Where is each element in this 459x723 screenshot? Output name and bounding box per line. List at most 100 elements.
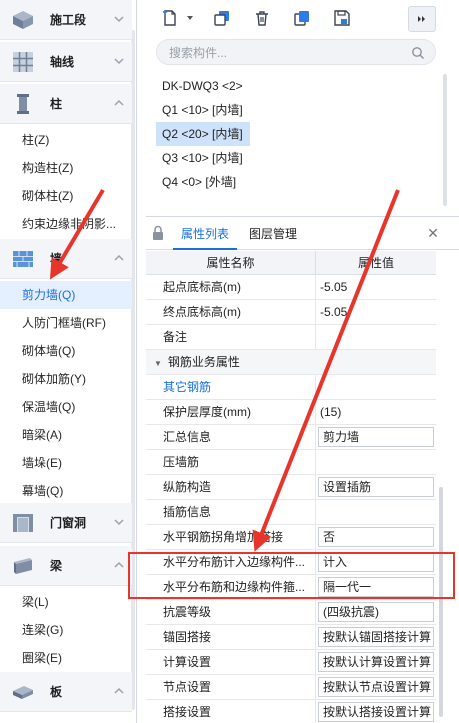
property-value[interactable]: 按默认节点设置计算 <box>318 677 434 697</box>
property-value[interactable]: 按默认锚固搭接计算 <box>318 627 434 647</box>
table-row: 插筋信息 <box>146 500 436 525</box>
category-column[interactable]: 柱 <box>0 84 132 124</box>
property-name: 水平分布筋和边缘构件箍... <box>146 575 316 599</box>
search-input[interactable] <box>169 44 399 62</box>
save-button[interactable] <box>328 5 356 31</box>
property-value[interactable]: -5.05 <box>316 300 436 324</box>
property-name: 节点设置 <box>146 675 316 699</box>
category-wall[interactable]: 墙 <box>0 239 132 279</box>
property-panel: 属性列表 图层管理 ✕ 属性名称 属性值 起点底标高(m) -5.05 终点底标… <box>146 216 459 723</box>
chevron-down-icon[interactable] <box>113 55 125 67</box>
category-axis[interactable]: 轴线 <box>0 42 132 82</box>
property-group-label: ▼ 钢筋业务属性 <box>146 350 436 374</box>
search-icon[interactable] <box>411 46 425 60</box>
axis-grid-icon <box>13 52 33 72</box>
nav-item-masonry-reinforcement[interactable]: 砌体加筋(Y) <box>0 365 132 393</box>
property-value[interactable]: 隔一代一 <box>318 577 434 597</box>
category-label: 门窗洞 <box>50 516 87 530</box>
nav-item-boundary-non-shadow[interactable]: 约束边缘非阴影... <box>0 210 132 238</box>
property-value[interactable]: 否 <box>318 527 434 547</box>
table-row: 节点设置 按默认节点设置计算 <box>146 675 436 700</box>
category-label: 柱 <box>50 97 63 111</box>
table-row: 起点底标高(m) -5.05 <box>146 275 436 300</box>
table-row: 水平钢筋拐角增加搭接否 <box>146 525 436 550</box>
dropdown-arrow-icon <box>187 16 193 20</box>
nav-item-civil-defense-door-wall[interactable]: 人防门框墙(RF) <box>0 309 132 337</box>
property-value[interactable]: 按默认计算设置计算 <box>318 652 434 672</box>
property-value[interactable]: -5.05 <box>316 275 436 299</box>
chevron-up-icon[interactable] <box>113 97 125 109</box>
tab-layer-management[interactable]: 图层管理 <box>241 217 305 250</box>
chevron-down-icon[interactable] <box>113 516 125 528</box>
nav-item-insulation-wall[interactable]: 保温墙(Q) <box>0 393 132 421</box>
property-scrollbar[interactable] <box>439 487 443 717</box>
door-window-icon <box>13 514 33 532</box>
list-item-selected[interactable]: Q2 <20> [内墙] <box>156 122 250 146</box>
duplicate-layer-button[interactable] <box>288 5 316 31</box>
nav-item-hidden-beam[interactable]: 暗梁(A) <box>0 421 132 449</box>
save-icon <box>334 10 350 26</box>
nav-item-wall-pier[interactable]: 墙垛(E) <box>0 449 132 477</box>
chevron-up-icon[interactable] <box>113 559 125 571</box>
category-beam[interactable]: 梁 <box>0 546 132 586</box>
nav-item-column-z[interactable]: 柱(Z) <box>0 126 132 154</box>
component-list-scrollbar[interactable] <box>443 74 447 206</box>
table-row: 其它钢筋 <box>146 375 436 400</box>
table-row: 压墙筋 <box>146 450 436 475</box>
chevron-up-icon[interactable] <box>113 685 125 697</box>
property-value[interactable]: (四级抗震) <box>318 602 434 622</box>
property-value[interactable] <box>316 450 436 474</box>
column-header-name: 属性名称 <box>146 251 316 275</box>
table-row: 纵筋构造 设置插筋 <box>146 475 436 500</box>
property-value[interactable]: 设置插筋 <box>318 477 434 497</box>
group-title: 钢筋业务属性 <box>167 355 240 369</box>
property-value[interactable]: 按默认搭接设置计算 <box>318 702 434 722</box>
property-name: 汇总信息 <box>146 425 316 449</box>
table-row: 终点底标高(m) -5.05 <box>146 300 436 325</box>
nav-item-masonry-wall[interactable]: 砌体墙(Q) <box>0 337 132 365</box>
category-construction-section[interactable]: 施工段 <box>0 0 132 40</box>
nav-item-coupling-beam[interactable]: 连梁(G) <box>0 616 132 644</box>
tab-property-list[interactable]: 属性列表 <box>173 217 238 250</box>
property-name-link[interactable]: 其它钢筋 <box>146 375 316 399</box>
chevron-up-icon[interactable] <box>113 252 125 264</box>
list-item[interactable]: Q4 <0> [外墙] <box>156 170 436 194</box>
nav-item-masonry-column[interactable]: 砌体柱(Z) <box>0 182 132 210</box>
new-component-dropdown[interactable] <box>184 5 196 31</box>
category-slab[interactable]: 板 <box>0 672 132 712</box>
delete-button[interactable] <box>248 5 276 31</box>
list-item[interactable]: Q1 <10> [内墙] <box>156 98 436 122</box>
property-value[interactable] <box>316 500 436 524</box>
beam-icon <box>14 558 32 574</box>
nav-item-shear-wall[interactable]: 剪力墙(Q) <box>0 281 132 309</box>
property-name: 水平分布筋计入边缘构件... <box>146 550 316 574</box>
property-name: 计算设置 <box>146 650 316 674</box>
close-icon[interactable]: ✕ <box>426 226 440 240</box>
table-row: 计算设置 按默认计算设置计算 <box>146 650 436 675</box>
new-component-button[interactable] <box>156 5 184 31</box>
double-chevron-right-icon <box>418 16 425 22</box>
table-row: 备注 <box>146 325 436 350</box>
nav-item-ring-beam[interactable]: 圈梁(E) <box>0 644 132 672</box>
nav-item-curtain-wall[interactable]: 幕墙(Q) <box>0 477 132 505</box>
lock-icon[interactable] <box>152 225 164 241</box>
copy-button[interactable] <box>208 5 236 31</box>
list-item[interactable]: Q3 <10> [内墙] <box>156 146 436 170</box>
category-door-window[interactable]: 门窗洞 <box>0 503 132 543</box>
chevron-down-icon[interactable] <box>113 13 125 25</box>
table-row: 锚固搭接 按默认锚固搭接计算 <box>146 625 436 650</box>
property-value[interactable]: (15) <box>316 400 436 424</box>
property-name: 插筋信息 <box>146 500 316 524</box>
property-value[interactable] <box>316 375 436 399</box>
list-item[interactable]: DK-DWQ3 <2> <box>156 74 436 98</box>
table-row: 水平分布筋计入边缘构件... 计入 <box>146 550 436 575</box>
property-value[interactable] <box>316 325 436 349</box>
property-value[interactable]: 剪力墙 <box>318 427 434 447</box>
property-value[interactable]: 计入 <box>318 552 434 572</box>
nav-item-beam-l[interactable]: 梁(L) <box>0 588 132 616</box>
expand-panel-button[interactable] <box>408 6 436 32</box>
property-group-row[interactable]: ▼ 钢筋业务属性 <box>146 350 436 375</box>
nav-item-structural-column[interactable]: 构造柱(Z) <box>0 154 132 182</box>
construction-section-icon <box>13 11 33 29</box>
collapse-triangle-icon[interactable]: ▼ <box>154 359 162 368</box>
